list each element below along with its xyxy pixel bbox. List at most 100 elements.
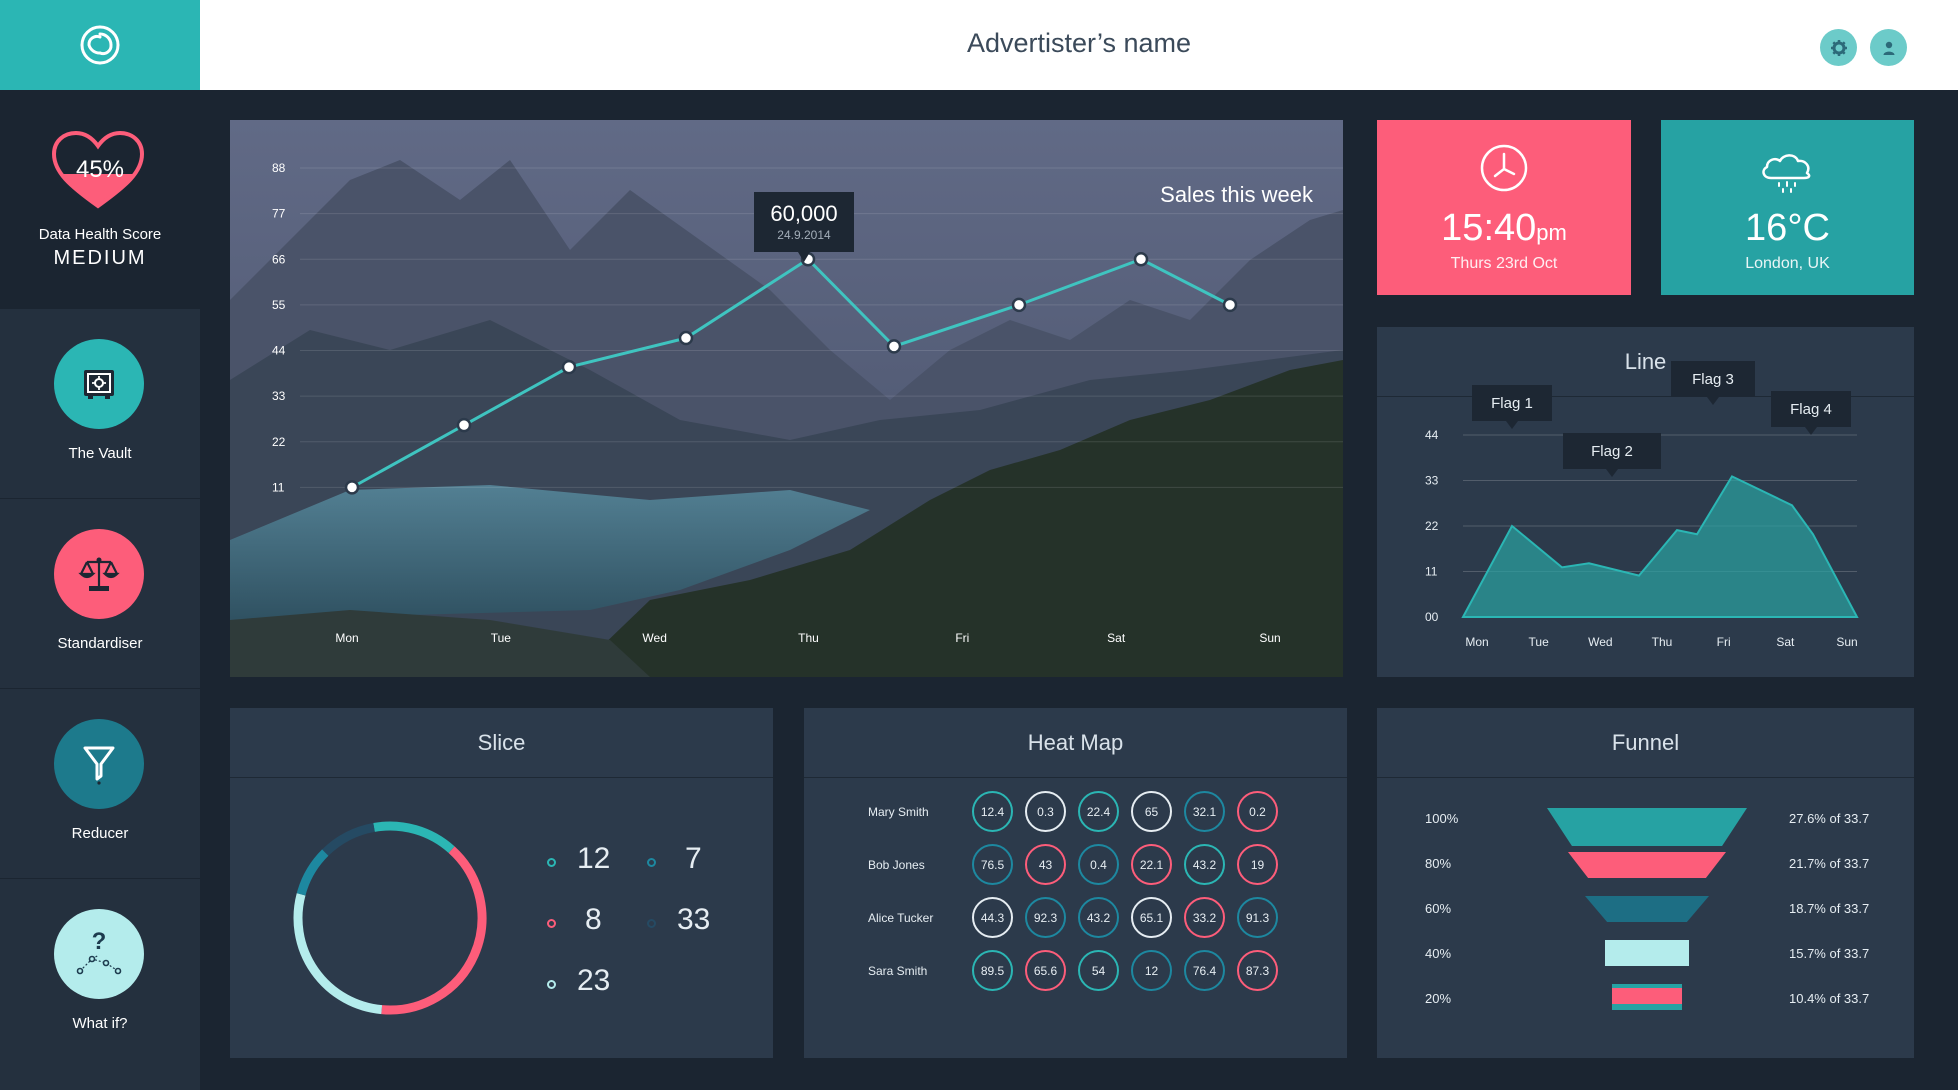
heatmap-cell[interactable]: 43.2 bbox=[1184, 844, 1225, 885]
legend-dot bbox=[547, 919, 556, 928]
data-point[interactable] bbox=[678, 330, 694, 346]
settings-button[interactable] bbox=[1820, 29, 1857, 66]
legend-value: 8 bbox=[585, 903, 602, 936]
flag-pointer bbox=[1506, 421, 1518, 429]
flag-label: Flag 2 bbox=[1591, 443, 1633, 460]
funnel-bar[interactable] bbox=[1547, 808, 1747, 846]
x-tick-label: Tue bbox=[491, 631, 512, 645]
scales-icon bbox=[78, 557, 120, 591]
sidebar-item-label: Standardiser bbox=[57, 635, 143, 652]
heatmap-cell[interactable]: 91.3 bbox=[1237, 897, 1278, 938]
data-point[interactable] bbox=[1011, 297, 1027, 313]
line-panel: Line 44 33 22 11 00 Mon Tue Wed Thu Fri Sat Sun Fla… bbox=[1377, 327, 1914, 677]
health-level: MEDIUM bbox=[53, 247, 147, 269]
funnel-percent-label: 60% bbox=[1425, 901, 1452, 916]
flag-label: Flag 3 bbox=[1692, 371, 1734, 388]
heatmap-cell[interactable]: 44.3 bbox=[972, 897, 1013, 938]
y-tick-label: 55 bbox=[272, 298, 286, 312]
health-label: Data Health Score bbox=[38, 226, 162, 243]
heatmap-cell[interactable]: 43 bbox=[1025, 844, 1066, 885]
weather-location: London, UK bbox=[1745, 255, 1830, 272]
weather-tile: 16°C London, UK bbox=[1661, 120, 1914, 295]
data-point[interactable] bbox=[561, 359, 577, 375]
heatmap-cell[interactable]: 22.1 bbox=[1131, 844, 1172, 885]
y-tick-label: 44 bbox=[272, 344, 286, 358]
funnel-bar[interactable] bbox=[1612, 988, 1682, 1004]
x-tick-label: Mon bbox=[1465, 635, 1488, 649]
heatmap-cell[interactable]: 19 bbox=[1237, 844, 1278, 885]
funnel-share-label: 18.7% of 33.7 bbox=[1789, 901, 1870, 916]
donut-slice[interactable] bbox=[296, 849, 329, 896]
y-tick-label: 22 bbox=[1425, 519, 1439, 533]
heatmap-cell[interactable]: 22.4 bbox=[1078, 791, 1119, 832]
heatmap-cell[interactable]: 12.4 bbox=[972, 791, 1013, 832]
slice-panel-title: Slice bbox=[230, 708, 773, 778]
line-series-area bbox=[1461, 475, 1859, 618]
sidebar-item-reducer[interactable]: Reducer bbox=[0, 688, 200, 878]
flag-pointer bbox=[1805, 427, 1817, 435]
svg-text:?: ? bbox=[92, 928, 107, 955]
donut-slice[interactable] bbox=[381, 846, 487, 1015]
heatmap-cell[interactable]: 92.3 bbox=[1025, 897, 1066, 938]
data-point[interactable] bbox=[1222, 297, 1238, 313]
donut-slice[interactable] bbox=[293, 893, 383, 1015]
funnel-percent-label: 100% bbox=[1425, 811, 1459, 826]
clock-icon bbox=[1480, 144, 1528, 192]
x-tick-label: Tue bbox=[1529, 635, 1550, 649]
donut-slice[interactable] bbox=[322, 822, 375, 856]
safe-icon bbox=[84, 370, 114, 399]
clock-suffix: pm bbox=[1536, 220, 1567, 245]
funnel-bar[interactable] bbox=[1568, 852, 1726, 878]
heatmap-cell[interactable]: 0.3 bbox=[1025, 791, 1066, 832]
gear-icon bbox=[1830, 39, 1847, 56]
funnel-percent-label: 20% bbox=[1425, 991, 1452, 1006]
data-point[interactable] bbox=[1133, 252, 1149, 267]
heatmap-cell[interactable]: 54 bbox=[1078, 950, 1119, 991]
funnel-bar[interactable] bbox=[1605, 940, 1689, 966]
sidebar-item-standardiser[interactable]: Standardiser bbox=[0, 498, 200, 688]
app-logo[interactable] bbox=[0, 0, 200, 90]
the-vault-badge bbox=[54, 339, 144, 429]
heatmap-cell[interactable]: 89.5 bbox=[972, 950, 1013, 991]
tooltip-value: 60,000 bbox=[770, 201, 838, 226]
heatmap-cell[interactable]: 65 bbox=[1131, 791, 1172, 832]
x-tick-label: Wed bbox=[642, 631, 666, 645]
funnel-panel-title: Funnel bbox=[1377, 708, 1914, 778]
y-tick-label: 88 bbox=[272, 161, 286, 175]
funnel-share-label: 21.7% of 33.7 bbox=[1789, 856, 1870, 871]
data-health-score[interactable]: 45% Data Health Score MEDIUM bbox=[0, 90, 200, 308]
swirl-logo-icon bbox=[80, 25, 120, 65]
flag-pointer bbox=[1707, 397, 1719, 405]
heatmap-cell[interactable]: 76.4 bbox=[1184, 950, 1225, 991]
funnel-share-label: 10.4% of 33.7 bbox=[1789, 991, 1870, 1006]
heatmap-cell[interactable]: 43.2 bbox=[1078, 897, 1119, 938]
heatmap-cell[interactable]: 65.1 bbox=[1131, 897, 1172, 938]
heatmap-cell[interactable]: 0.2 bbox=[1237, 791, 1278, 832]
sidebar-item-the-vault[interactable]: The Vault bbox=[0, 308, 200, 498]
sales-chart-title: Sales this week bbox=[1160, 182, 1313, 207]
clock-date: Thurs 23rd Oct bbox=[1450, 255, 1558, 272]
heatmap-cell[interactable]: 65.6 bbox=[1025, 950, 1066, 991]
x-tick-label: Sun bbox=[1259, 631, 1280, 645]
legend-value: 23 bbox=[577, 964, 611, 997]
heatmap-cell[interactable]: 12 bbox=[1131, 950, 1172, 991]
x-tick-label: Sat bbox=[1776, 635, 1795, 649]
heatmap-cell[interactable]: 87.3 bbox=[1237, 950, 1278, 991]
heatmap-cell[interactable]: 76.5 bbox=[972, 844, 1013, 885]
page-title: Advertister’s name bbox=[966, 28, 1192, 58]
funnel-bar[interactable] bbox=[1585, 896, 1709, 922]
data-point[interactable] bbox=[456, 417, 472, 433]
data-point[interactable] bbox=[886, 339, 902, 354]
data-point[interactable] bbox=[344, 480, 360, 495]
y-tick-label: 11 bbox=[1425, 565, 1438, 579]
sales-tooltip: 60,000 24.9.2014 bbox=[754, 192, 854, 262]
user-button[interactable] bbox=[1870, 29, 1907, 66]
heatmap-cell[interactable]: 33.2 bbox=[1184, 897, 1225, 938]
slice-donut-chart bbox=[293, 821, 487, 1015]
heatmap-cell[interactable]: 32.1 bbox=[1184, 791, 1225, 832]
x-tick-label: Thu bbox=[798, 631, 819, 645]
sales-chart-panel: 88 77 66 55 44 33 22 11 Mon Tue Wed Thu Fri Sat Sun Sa… bbox=[230, 120, 1343, 677]
heatmap-cell[interactable]: 0.4 bbox=[1078, 844, 1119, 885]
sidebar-item-what-if[interactable]: ? What if? bbox=[0, 878, 200, 1068]
donut-slice[interactable] bbox=[373, 821, 455, 854]
